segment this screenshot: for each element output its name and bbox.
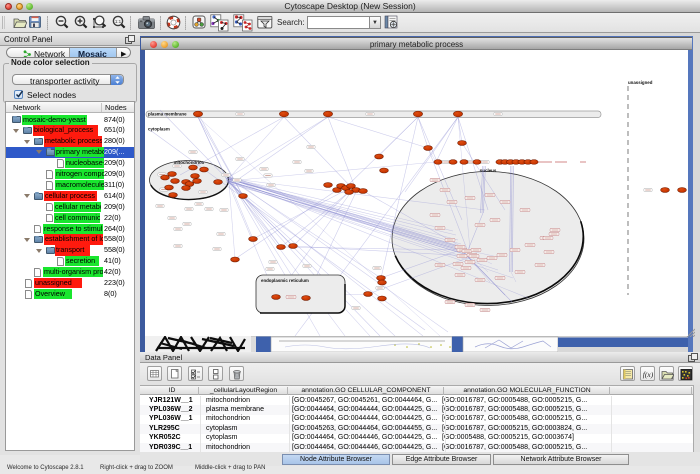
- svg-text:f(x): f(x): [642, 370, 653, 379]
- svg-text:unassigned: unassigned: [628, 80, 653, 85]
- svg-text:plasma membrane: plasma membrane: [148, 112, 187, 117]
- svg-text:endoplasmic reticulum: endoplasmic reticulum: [261, 278, 309, 283]
- svg-text:1:1: 1:1: [115, 19, 122, 24]
